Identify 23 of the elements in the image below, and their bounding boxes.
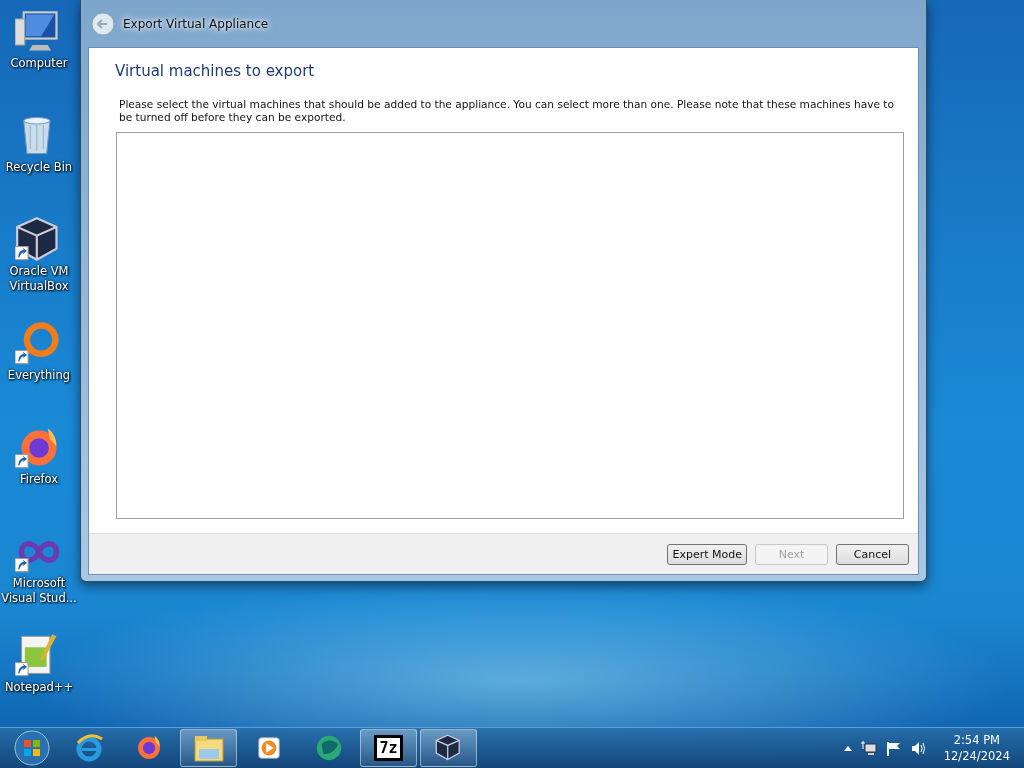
icon-label: Notepad++ [3,680,75,695]
icon-label: Everything [6,368,72,383]
window-title: Export Virtual Appliance [123,16,269,31]
flag-icon[interactable] [885,740,902,756]
clock-time[interactable]: 2:54 PM [953,732,1000,748]
dialog-button[interactable]: Expert Mode [667,543,747,565]
page-heading: Virtual machines to export [115,62,316,80]
cube-icon[interactable] [434,734,463,762]
network-icon[interactable] [860,740,877,756]
clock-date[interactable]: 12/24/2024 [943,748,1010,764]
dialog-button[interactable]: Cancel [836,543,909,565]
icon-label: Computer [9,56,69,71]
icon-label: Oracle VM VirtualBox [8,264,70,294]
icon-label: Recycle Bin [4,160,74,175]
icon-label: Firefox [18,472,60,487]
show-hidden-icon[interactable] [843,745,852,751]
icon-label: Microsoft Visual Stud... [1,576,77,606]
folder-icon[interactable] [192,733,225,763]
start-button[interactable] [14,730,50,766]
speaker-icon[interactable] [910,740,927,756]
media-player-icon[interactable] [255,735,282,761]
description-text: Please select the virtual machines that should be added to the appliance. You can select more than one. Please note that these machines have to be turned off before they can be exported. [119,98,895,124]
archive-icon[interactable]: 7z [374,735,403,761]
